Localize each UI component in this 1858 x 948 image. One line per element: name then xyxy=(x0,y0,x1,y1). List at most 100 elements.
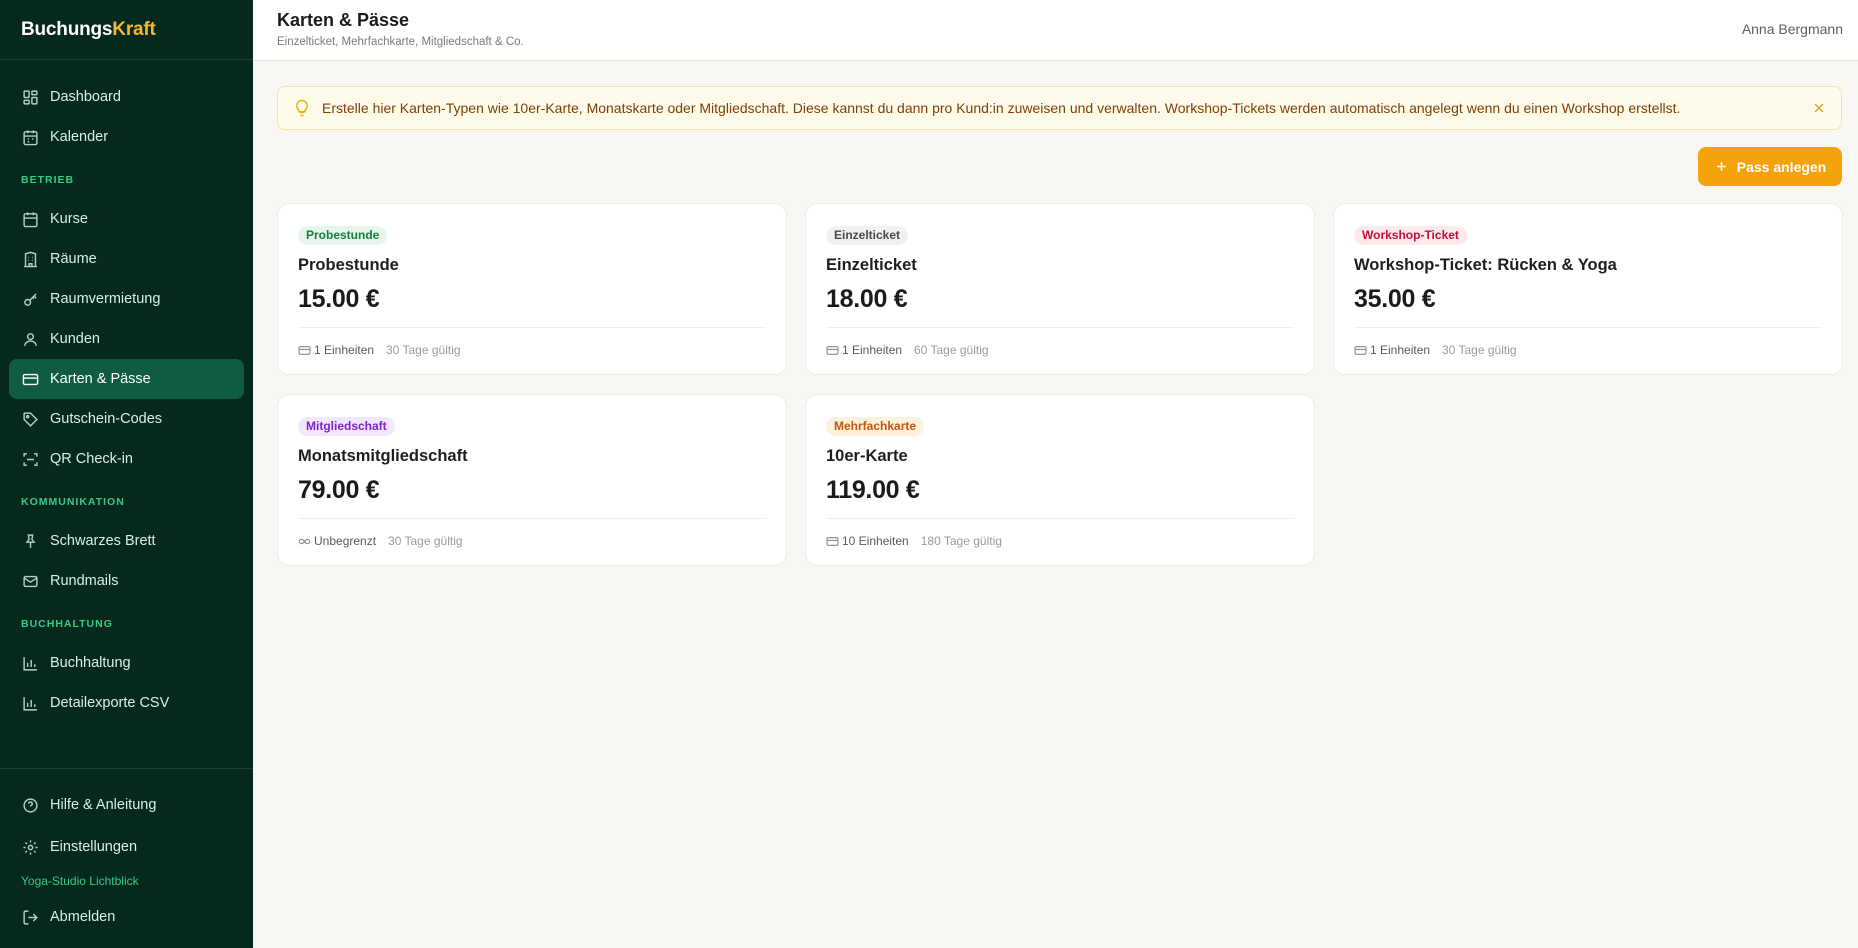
user-icon xyxy=(21,330,39,348)
sidebar-item-abmelden[interactable]: Abmelden xyxy=(9,896,244,938)
pass-price: 15.00 € xyxy=(298,285,380,313)
bar-chart-icon xyxy=(21,694,39,712)
sidebar-item-label: Räume xyxy=(50,251,97,267)
scan-icon xyxy=(21,450,39,468)
pin-icon xyxy=(21,532,39,550)
pass-validity: 60 Tage gültig xyxy=(914,343,989,357)
pass-units: 10 Einheiten xyxy=(842,534,909,548)
sidebar-item-schwarzes-brett[interactable]: Schwarzes Brett xyxy=(9,521,244,561)
plus-icon xyxy=(1714,159,1729,174)
pass-meta: Unbegrenzt 30 Tage gültig xyxy=(298,534,463,548)
gear-icon xyxy=(21,838,39,856)
sidebar-item-label: Hilfe & Anleitung xyxy=(50,797,157,813)
sidebar-item-raeume[interactable]: Räume xyxy=(9,239,244,279)
section-title-buchhaltung: BUCHHALTUNG xyxy=(21,618,113,630)
logout-icon xyxy=(21,908,39,926)
info-banner: Erstelle hier Karten-Typen wie 10er-Kart… xyxy=(277,86,1842,130)
calendar-icon xyxy=(21,210,39,228)
divider xyxy=(1354,327,1822,328)
sidebar-item-raumvermietung[interactable]: Raumvermietung xyxy=(9,279,244,319)
page-header: Karten & Pässe Einzelticket, Mehrfachkar… xyxy=(253,0,1858,61)
pass-type-badge: Mehrfachkarte xyxy=(826,417,925,436)
sidebar-item-karten-paesse[interactable]: Karten & Pässe xyxy=(9,359,244,399)
pass-type-badge: Probestunde xyxy=(298,226,388,245)
pass-validity: 30 Tage gültig xyxy=(388,534,463,548)
add-pass-button[interactable]: Pass anlegen xyxy=(1698,147,1842,186)
close-icon[interactable] xyxy=(1811,100,1827,116)
pass-name: 10er-Karte xyxy=(826,447,908,465)
pass-units: 1 Einheiten xyxy=(842,343,903,357)
pass-name: Monatsmitgliedschaft xyxy=(298,447,468,465)
sidebar: BuchungsKraft Dashboard Kalender BETRIEB… xyxy=(0,0,253,948)
pass-validity: 30 Tage gültig xyxy=(386,343,461,357)
pass-card-monatsmitgliedschaft[interactable]: Mitgliedschaft Monatsmitgliedschaft 79.0… xyxy=(277,394,787,566)
tag-icon xyxy=(21,410,39,428)
pass-validity: 180 Tage gültig xyxy=(920,534,1002,548)
sidebar-item-label: Raumvermietung xyxy=(50,291,161,307)
card-icon xyxy=(298,344,311,357)
divider xyxy=(826,327,1294,328)
pass-meta: 1 Einheiten 30 Tage gültig xyxy=(298,343,461,357)
page-subtitle: Einzelticket, Mehrfachkarte, Mitgliedsch… xyxy=(277,36,524,48)
sidebar-item-kalender[interactable]: Kalender xyxy=(9,117,244,157)
pass-name: Probestunde xyxy=(298,256,399,274)
sidebar-item-label: Abmelden xyxy=(50,909,116,925)
sidebar-item-detailexporte-csv[interactable]: Detailexporte CSV xyxy=(9,683,244,723)
section-title-kommunikation: KOMMUNIKATION xyxy=(21,496,125,508)
pass-units: 1 Einheiten xyxy=(314,343,375,357)
lightbulb-icon xyxy=(293,99,311,117)
sidebar-item-hilfe[interactable]: Hilfe & Anleitung xyxy=(9,784,244,826)
sidebar-item-rundmails[interactable]: Rundmails xyxy=(9,561,244,601)
card-icon xyxy=(1354,344,1367,357)
sidebar-item-kurse[interactable]: Kurse xyxy=(9,199,244,239)
pass-price: 18.00 € xyxy=(826,285,908,313)
sidebar-item-label: QR Check-in xyxy=(50,451,133,467)
sidebar-item-label: Einstellungen xyxy=(50,839,138,855)
sidebar-item-label: Kalender xyxy=(50,129,109,145)
sidebar-item-label: Detailexporte CSV xyxy=(50,695,170,711)
section-title-betrieb: BETRIEB xyxy=(21,174,75,186)
key-icon xyxy=(21,290,39,308)
pass-card-workshop-ticket[interactable]: Workshop-Ticket Workshop-Ticket: Rücken … xyxy=(1333,203,1843,375)
pass-card-10er-karte[interactable]: Mehrfachkarte 10er-Karte 119.00 € 10 Ein… xyxy=(805,394,1315,566)
pass-price: 79.00 € xyxy=(298,476,380,504)
pass-units: 1 Einheiten xyxy=(1370,343,1431,357)
card-icon xyxy=(21,370,39,388)
sidebar-item-qr-checkin[interactable]: QR Check-in xyxy=(9,439,244,479)
sidebar-item-label: Dashboard xyxy=(50,89,121,105)
pass-price: 119.00 € xyxy=(826,476,920,504)
sidebar-item-label: Buchhaltung xyxy=(50,655,131,671)
pass-type-badge: Workshop-Ticket xyxy=(1354,226,1467,245)
logo-text: Buchungs xyxy=(21,19,113,40)
sidebar-item-gutschein-codes[interactable]: Gutschein-Codes xyxy=(9,399,244,439)
calendar-icon xyxy=(21,128,39,146)
sidebar-item-dashboard[interactable]: Dashboard xyxy=(9,77,244,117)
pass-type-badge: Mitgliedschaft xyxy=(298,417,395,436)
sidebar-item-label: Kurse xyxy=(50,211,88,227)
main-nav: Dashboard Kalender BETRIEB Kurse Räume R… xyxy=(0,77,253,723)
sidebar-item-kunden[interactable]: Kunden xyxy=(9,319,244,359)
divider xyxy=(826,518,1294,519)
sidebar-item-einstellungen[interactable]: Einstellungen xyxy=(9,826,244,868)
user-name[interactable]: Anna Bergmann xyxy=(1742,21,1843,37)
bar-chart-icon xyxy=(21,654,39,672)
pass-card-probestunde[interactable]: Probestunde Probestunde 15.00 € 1 Einhei… xyxy=(277,203,787,375)
pass-name: Einzelticket xyxy=(826,256,917,274)
pass-type-badge: Einzelticket xyxy=(826,226,909,245)
sidebar-item-buchhaltung[interactable]: Buchhaltung xyxy=(9,643,244,683)
sidebar-item-label: Karten & Pässe xyxy=(50,371,151,387)
page-title: Karten & Pässe xyxy=(277,10,410,30)
pass-card-einzelticket[interactable]: Einzelticket Einzelticket 18.00 € 1 Einh… xyxy=(805,203,1315,375)
help-icon xyxy=(21,796,39,814)
app-logo[interactable]: BuchungsKraft xyxy=(0,0,253,60)
pass-meta: 1 Einheiten 60 Tage gültig xyxy=(826,343,989,357)
pass-price: 35.00 € xyxy=(1354,285,1436,313)
building-icon xyxy=(21,250,39,268)
pass-meta: 1 Einheiten 30 Tage gültig xyxy=(1354,343,1517,357)
sidebar-item-label: Rundmails xyxy=(50,573,119,589)
sidebar-bottom: Hilfe & Anleitung Einstellungen Yoga-Stu… xyxy=(0,768,253,938)
sidebar-item-label: Schwarzes Brett xyxy=(50,533,156,549)
infinity-icon xyxy=(298,535,311,548)
card-icon xyxy=(826,344,839,357)
banner-text: Erstelle hier Karten-Typen wie 10er-Kart… xyxy=(322,100,1681,116)
